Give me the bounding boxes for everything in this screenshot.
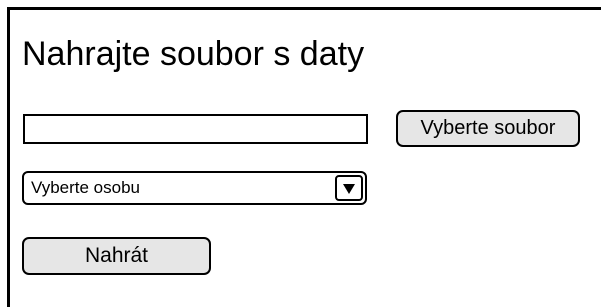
browse-file-button[interactable]: Vyberte soubor bbox=[396, 110, 580, 147]
triangle-down-icon bbox=[343, 184, 355, 194]
file-path-input[interactable] bbox=[23, 114, 368, 144]
dropdown-arrow-button[interactable] bbox=[335, 175, 363, 201]
person-select[interactable]: Vyberte osobu bbox=[22, 171, 367, 205]
person-select-value: Vyberte osobu bbox=[31, 178, 140, 197]
page-title: Nahrajte soubor s daty bbox=[22, 35, 365, 73]
upload-button[interactable]: Nahrát bbox=[22, 237, 211, 275]
